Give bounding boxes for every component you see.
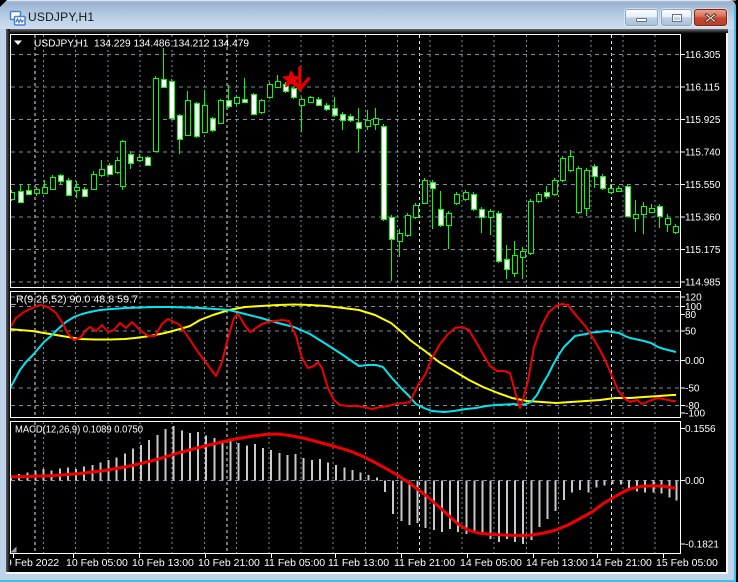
svg-text:MACD(12,26,9) 0.1089 0.0750: MACD(12,26,9) 0.1089 0.0750	[15, 425, 143, 436]
svg-text:11 Feb 05:00: 11 Feb 05:00	[264, 557, 325, 569]
svg-text:10 Feb 13:00: 10 Feb 13:00	[132, 557, 194, 569]
svg-text:116.115: 116.115	[685, 83, 720, 94]
svg-text:115.925: 115.925	[685, 115, 721, 126]
svg-text:115.175: 115.175	[685, 245, 721, 256]
svg-text:114.985: 114.985	[685, 278, 721, 289]
svg-text:0.1556: 0.1556	[685, 424, 716, 435]
svg-text:14 Feb 05:00: 14 Feb 05:00	[460, 557, 522, 569]
svg-text:115.740: 115.740	[685, 148, 721, 159]
svg-text:_R(9,26,52) 90.0 48.8 59.7: _R(9,26,52) 90.0 48.8 59.7	[9, 295, 139, 306]
svg-text:0.00: 0.00	[685, 356, 705, 367]
svg-text:14 Feb 21:00: 14 Feb 21:00	[590, 557, 652, 569]
svg-text:10 Feb 21:00: 10 Feb 21:00	[198, 557, 260, 569]
svg-text:11 Feb 13:00: 11 Feb 13:00	[328, 557, 389, 569]
svg-text:-50: -50	[685, 384, 700, 395]
svg-text:11 Feb 21:00: 11 Feb 21:00	[394, 557, 455, 569]
svg-text:14 Feb 13:00: 14 Feb 13:00	[526, 557, 588, 569]
svg-text:USDJPY,H1 134.229 134.486 134: USDJPY,H1 134.229 134.486 134.212 134.47…	[34, 39, 249, 50]
svg-text:50: 50	[685, 327, 697, 338]
svg-text:0.00: 0.00	[685, 476, 705, 487]
svg-text:115.550: 115.550	[685, 180, 721, 191]
svg-text:10 Feb 05:00: 10 Feb 05:00	[66, 557, 128, 569]
svg-text:15 Feb 05:00: 15 Feb 05:00	[656, 557, 718, 569]
svg-text:116.305: 116.305	[685, 50, 721, 61]
svg-text:-100: -100	[685, 409, 705, 420]
svg-text:80: 80	[685, 310, 697, 321]
svg-text:9 Feb 2022: 9 Feb 2022	[6, 557, 59, 569]
svg-text:-0.1821: -0.1821	[685, 540, 719, 551]
svg-text:115.360: 115.360	[685, 213, 721, 224]
